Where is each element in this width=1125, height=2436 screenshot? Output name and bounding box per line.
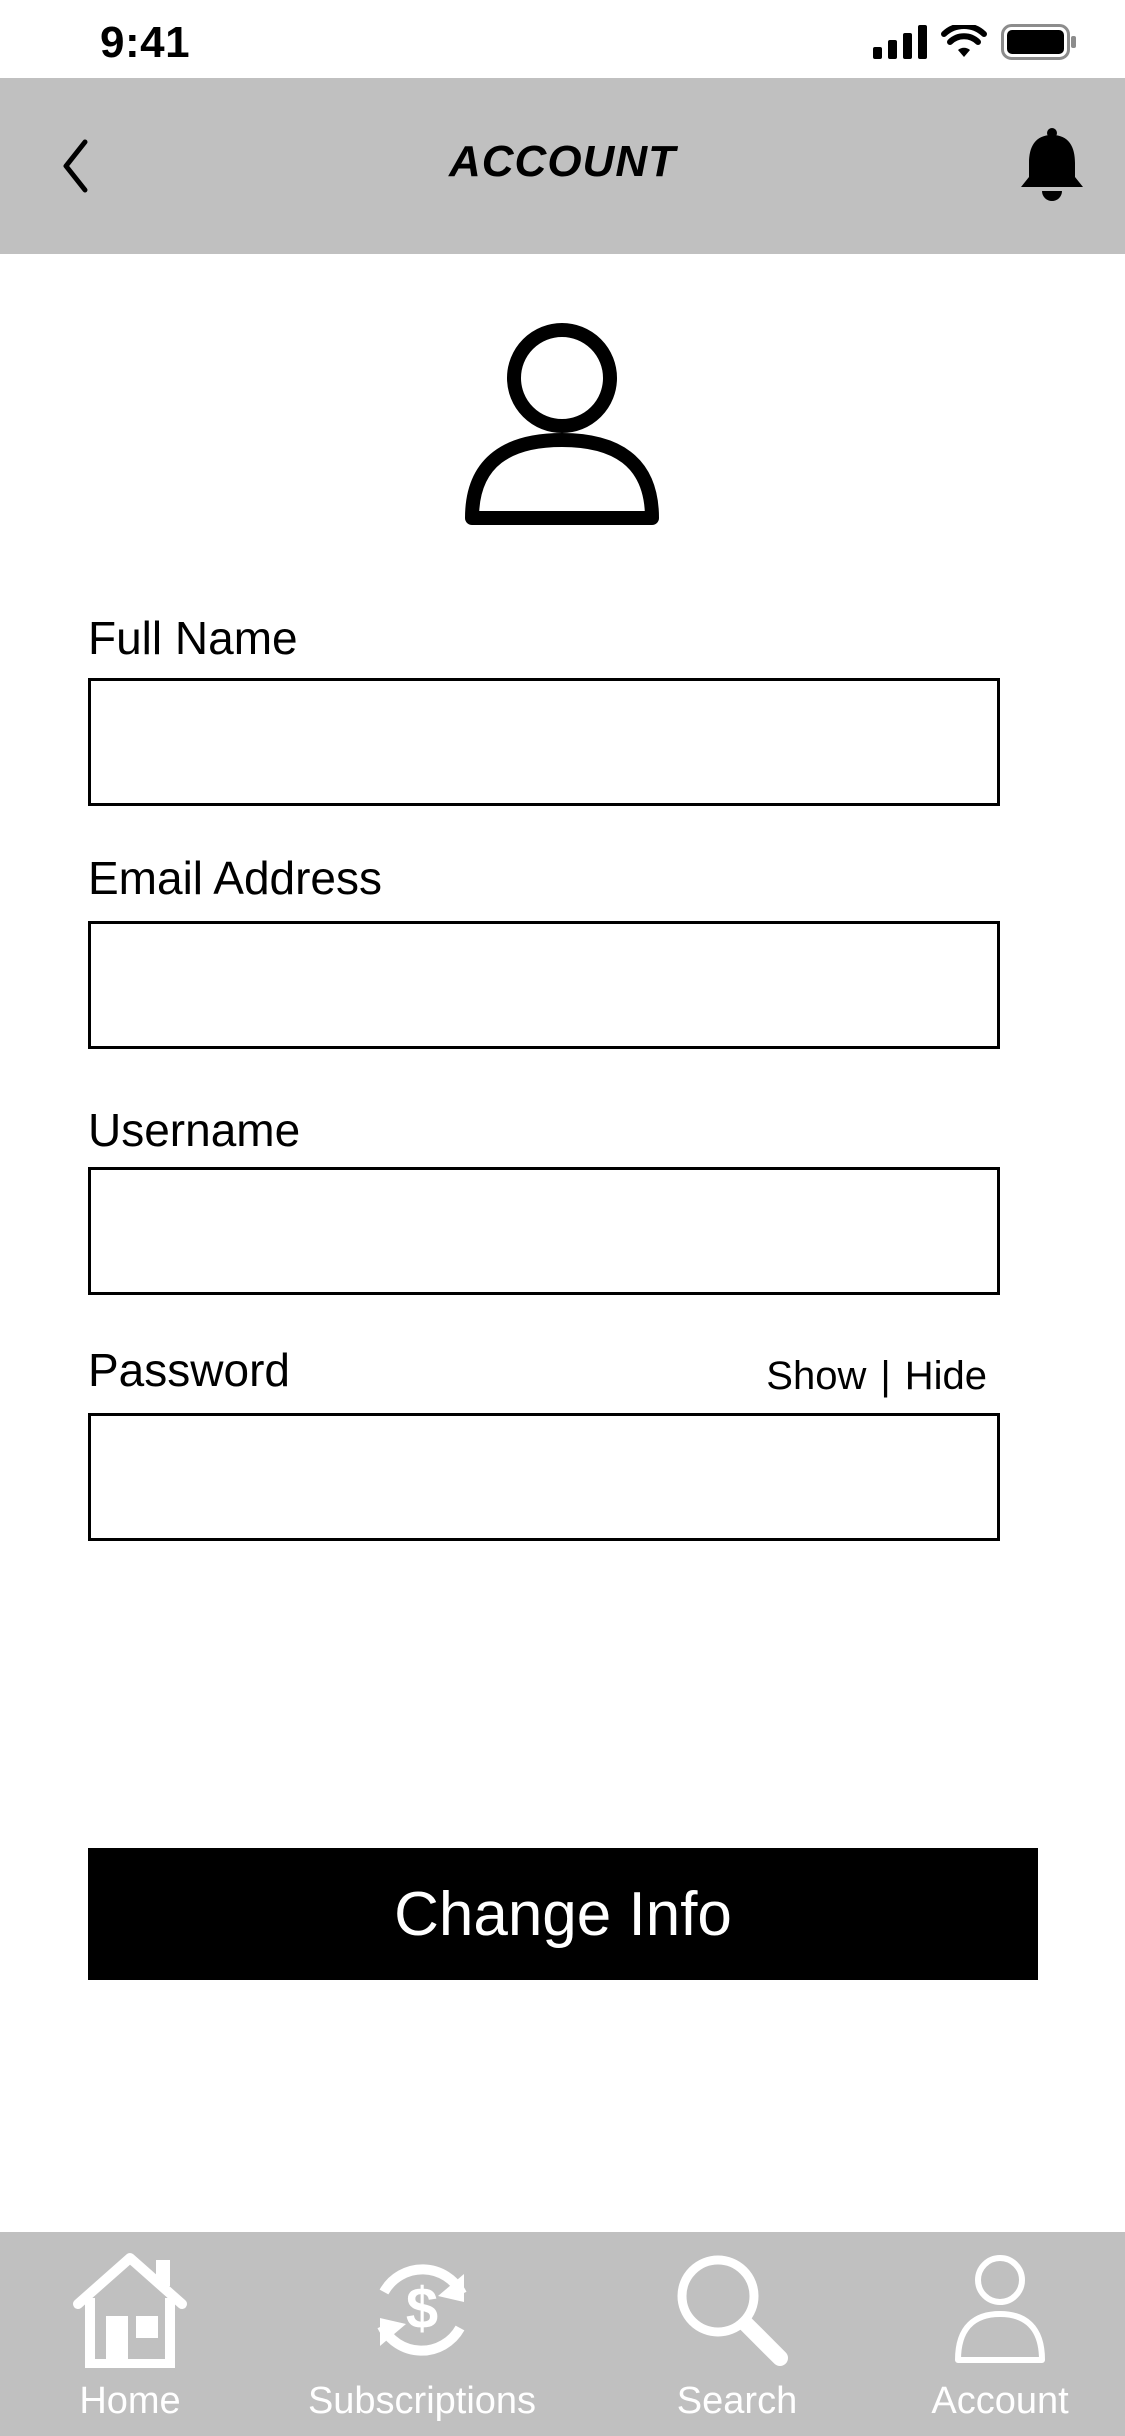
notifications-button[interactable]	[1007, 120, 1097, 210]
tab-search[interactable]: Search	[642, 2232, 832, 2436]
password-label: Password	[88, 1344, 290, 1396]
tab-search-label: Search	[676, 2380, 798, 2422]
bell-icon	[1021, 128, 1083, 201]
subscriptions-icon: $	[377, 2264, 467, 2356]
tab-home-label: Home	[79, 2380, 181, 2422]
wifi-icon	[941, 25, 987, 57]
tab-account-label: Account	[931, 2380, 1069, 2422]
page-title: ACCOUNT	[449, 137, 676, 186]
user-icon	[955, 2255, 1045, 2363]
username-input[interactable]	[88, 1167, 1000, 1295]
home-icon	[73, 2253, 187, 2368]
hide-password-button[interactable]: Hide	[905, 1350, 987, 1402]
tab-home[interactable]: Home	[40, 2232, 220, 2436]
tab-subscriptions[interactable]: $ Subscriptions	[292, 2232, 552, 2436]
signal-icon	[873, 25, 927, 59]
svg-text:$: $	[406, 2276, 438, 2341]
username-label: Username	[88, 1104, 301, 1156]
tab-bar: Home $ Subscriptions Search Account	[0, 2232, 1125, 2436]
tab-subscriptions-label: Subscriptions	[307, 2380, 537, 2422]
user-icon	[465, 323, 659, 525]
status-bar: 9:41	[0, 0, 1125, 78]
status-time: 9:41	[100, 18, 191, 67]
password-input[interactable]	[88, 1413, 1000, 1541]
full-name-input[interactable]	[88, 678, 1000, 806]
header-bar: ACCOUNT	[0, 78, 1125, 254]
show-hide-separator: |	[880, 1354, 891, 1398]
email-label: Email Address	[88, 852, 383, 904]
show-password-button[interactable]: Show	[766, 1350, 866, 1402]
change-info-button[interactable]: Change Info	[88, 1848, 1038, 1980]
tab-account[interactable]: Account	[900, 2232, 1100, 2436]
avatar	[462, 320, 662, 530]
full-name-label: Full Name	[88, 612, 298, 664]
status-icons	[873, 22, 1077, 62]
search-icon	[677, 2255, 788, 2366]
battery-icon	[1001, 24, 1076, 60]
email-input[interactable]	[88, 921, 1000, 1049]
password-visibility-toggle: Show | Hide	[766, 1350, 987, 1402]
